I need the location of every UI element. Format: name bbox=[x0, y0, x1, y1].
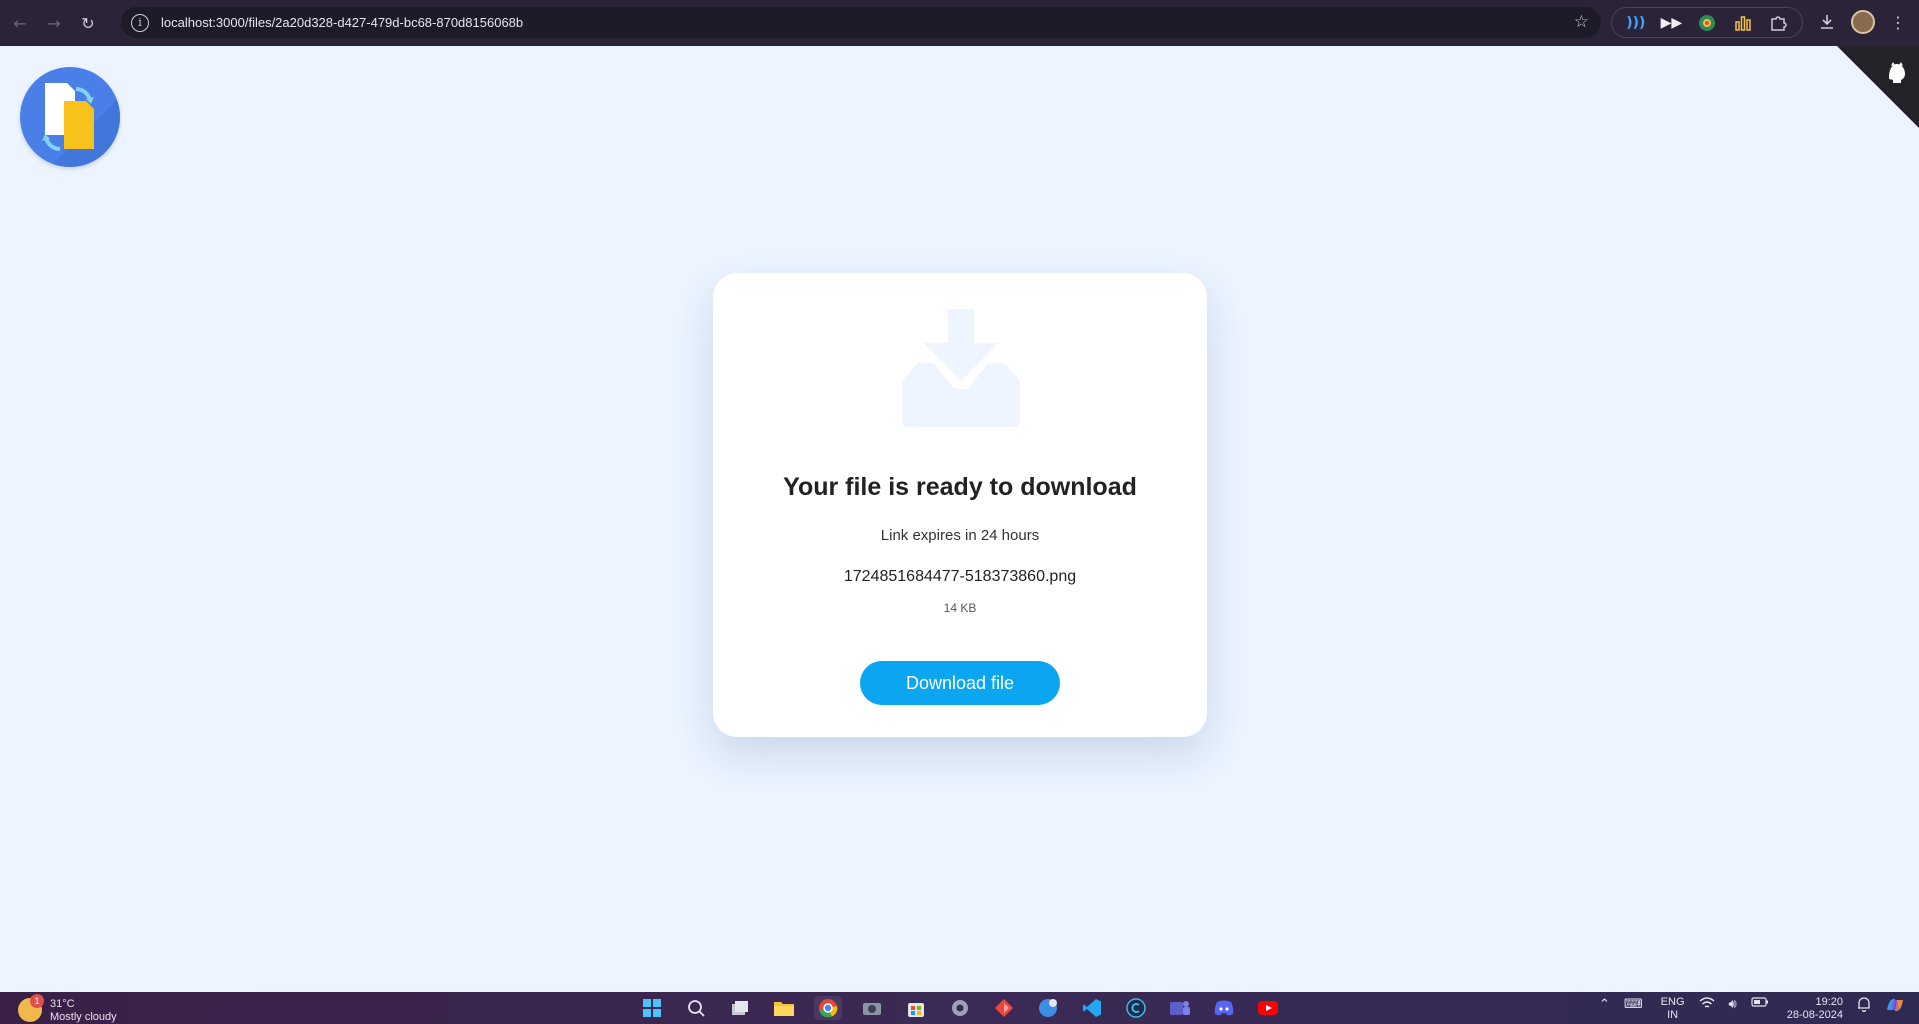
reload-button[interactable]: ↻ bbox=[74, 9, 102, 37]
kebab-menu-icon[interactable]: ⋮ bbox=[1886, 10, 1910, 34]
download-card: Your file is ready to download Link expi… bbox=[713, 273, 1207, 737]
browser-toolbar: ← → ↻ i localhost:3000/files/2a20d328-d4… bbox=[0, 0, 1919, 46]
app-icon[interactable] bbox=[990, 996, 1018, 1020]
app-logo[interactable] bbox=[20, 67, 120, 167]
chart-icon[interactable] bbox=[1733, 13, 1753, 33]
wifi-icon[interactable] bbox=[1699, 996, 1715, 1013]
language-indicator[interactable]: ENG IN bbox=[1661, 996, 1685, 1022]
download-icon[interactable] bbox=[1815, 10, 1839, 34]
forward-button[interactable]: → bbox=[40, 9, 68, 37]
file-explorer-icon[interactable] bbox=[770, 996, 798, 1020]
file-name: 1724851684477-518373860.png bbox=[843, 568, 1077, 585]
extensions-group: ))) ▶▶ bbox=[1611, 7, 1803, 38]
keyboard-icon[interactable]: ⌨ bbox=[1624, 996, 1643, 1012]
weather-condition: Mostly cloudy bbox=[50, 1011, 117, 1023]
arrow-left-icon: ← bbox=[13, 13, 27, 33]
color-picker-icon[interactable] bbox=[1697, 13, 1717, 33]
notification-bell-icon[interactable] bbox=[1857, 996, 1871, 1015]
copilot-icon[interactable] bbox=[1885, 996, 1905, 1017]
arrow-right-icon: → bbox=[47, 13, 61, 33]
file-convert-logo bbox=[42, 83, 120, 167]
weather-widget[interactable]: 1 31°C Mostly cloudy bbox=[18, 994, 117, 1024]
clock-date: 28-08-2024 bbox=[1786, 1009, 1843, 1021]
url-text[interactable]: localhost:3000/files/2a20d328-d427-479d-… bbox=[161, 15, 523, 30]
reload-icon: ↻ bbox=[81, 13, 95, 33]
address-bar[interactable]: i localhost:3000/files/2a20d328-d427-479… bbox=[121, 7, 1601, 38]
teams-icon[interactable] bbox=[1166, 996, 1194, 1020]
file-size: 14 KB bbox=[943, 601, 977, 615]
language-code: ENG bbox=[1660, 996, 1685, 1008]
app-icon[interactable] bbox=[1122, 996, 1150, 1020]
page-title: Your file is ready to download bbox=[783, 473, 1137, 501]
download-tray-icon bbox=[902, 309, 1020, 427]
github-icon[interactable] bbox=[1883, 58, 1911, 93]
region-code: IN bbox=[1667, 1009, 1679, 1021]
settings-icon[interactable] bbox=[946, 996, 974, 1020]
youtube-icon[interactable] bbox=[1254, 996, 1282, 1020]
download-button[interactable]: Download file bbox=[860, 661, 1060, 705]
notification-badge: 1 bbox=[30, 994, 44, 1008]
discord-icon[interactable] bbox=[1210, 996, 1238, 1020]
clock-time: 19:20 bbox=[1815, 996, 1843, 1008]
fast-forward-icon[interactable]: ▶▶ bbox=[1661, 13, 1683, 33]
taskbar: 1 31°C Mostly cloudy ⌃ ⌨ ENG IN 🔊︎ 19:20… bbox=[0, 992, 1919, 1024]
wave-icon[interactable]: ))) bbox=[1626, 13, 1646, 33]
taskbar-apps bbox=[638, 996, 1298, 1020]
weather-icon: 1 bbox=[18, 994, 44, 1022]
expiry-text: Link expires in 24 hours bbox=[880, 527, 1040, 544]
info-icon[interactable]: i bbox=[131, 13, 149, 32]
vscode-icon[interactable] bbox=[1078, 996, 1106, 1020]
star-icon[interactable]: ☆ bbox=[1574, 12, 1589, 32]
task-view-icon[interactable] bbox=[726, 996, 754, 1020]
puzzle-icon[interactable] bbox=[1768, 13, 1788, 33]
store-icon[interactable] bbox=[902, 996, 930, 1020]
back-button[interactable]: ← bbox=[6, 9, 34, 37]
app-icon[interactable] bbox=[1034, 996, 1062, 1020]
camera-icon[interactable] bbox=[858, 996, 886, 1020]
avatar[interactable] bbox=[1851, 10, 1875, 34]
windows-start-icon[interactable] bbox=[638, 996, 666, 1020]
clock[interactable]: 19:20 28-08-2024 bbox=[1787, 996, 1843, 1022]
system-tray: ⌃ ⌨ ENG IN 🔊︎ 19:20 28-08-2024 bbox=[1585, 996, 1905, 1022]
battery-icon[interactable] bbox=[1751, 996, 1769, 1011]
temperature: 31°C bbox=[50, 998, 75, 1010]
chrome-icon[interactable] bbox=[814, 996, 842, 1020]
search-icon[interactable] bbox=[682, 996, 710, 1020]
chevron-up-icon[interactable]: ⌃ bbox=[1599, 996, 1610, 1012]
volume-icon[interactable]: 🔊︎ bbox=[1729, 996, 1737, 1012]
